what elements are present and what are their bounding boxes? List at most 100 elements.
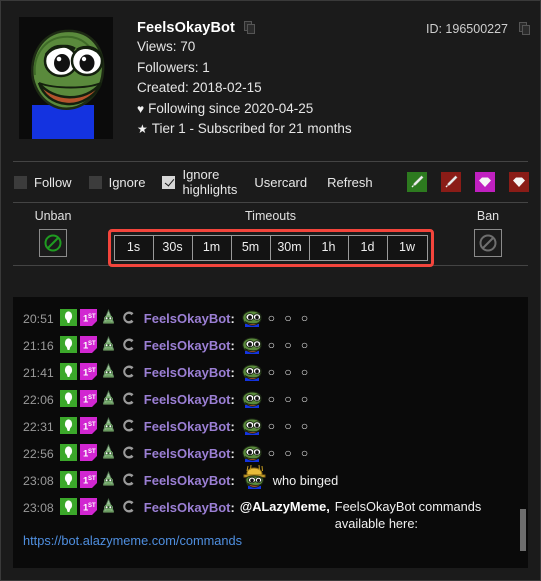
badge-c-logo[interactable] [120, 498, 137, 515]
chat-message[interactable]: 23:08 1 ST FeelsOkayBot : who binged [23, 464, 518, 494]
message-body: ○ ○ ○ [240, 390, 311, 408]
sword-red-icon[interactable] [440, 172, 461, 192]
badge-gnome[interactable] [100, 498, 117, 515]
pepe-emote[interactable] [240, 445, 264, 462]
message-link[interactable]: https://bot.alazymeme.com/commands [23, 533, 242, 548]
copy-username-icon[interactable] [243, 21, 255, 35]
badge-c-logo[interactable] [120, 417, 137, 434]
badge-first-magenta[interactable]: 1 ST [79, 498, 97, 515]
timeout-button-1w[interactable]: 1w [387, 236, 427, 260]
usercard-button[interactable]: Usercard [254, 175, 307, 190]
badge-first-magenta[interactable]: 1 ST [79, 390, 97, 407]
badge-first-magenta[interactable]: 1 ST [79, 417, 97, 434]
message-author[interactable]: FeelsOkayBot [144, 309, 231, 327]
svg-text:ST: ST [88, 314, 96, 320]
badge-gnome[interactable] [100, 417, 117, 434]
svg-text:ST: ST [88, 503, 96, 509]
badge-green-balloon[interactable] [59, 363, 77, 380]
badge-green-balloon[interactable] [59, 390, 77, 407]
message-text: who binged [272, 473, 339, 488]
chat-message[interactable]: 20:51 1 ST FeelsOkayBot : ○ ○ ○ [23, 305, 518, 332]
created-row: Created: 2018-02-15 [137, 80, 262, 95]
badge-c-logo[interactable] [120, 309, 137, 326]
timeout-button-1d[interactable]: 1d [348, 236, 388, 260]
timeout-button-1m[interactable]: 1m [192, 236, 232, 260]
message-timestamp: 21:41 [23, 366, 54, 380]
badge-list: 1 ST [59, 471, 140, 488]
message-author[interactable]: FeelsOkayBot [144, 498, 231, 516]
pepe-emote[interactable] [240, 364, 264, 381]
message-body: ○ ○ ○ [240, 309, 311, 327]
badge-gnome[interactable] [100, 444, 117, 461]
timeout-button-5m[interactable]: 5m [231, 236, 271, 260]
pepe-hat-emote[interactable] [240, 463, 268, 489]
message-dots: ○ ○ ○ [267, 446, 312, 460]
subscription-text: Tier 1 - Subscribed for 21 months [151, 121, 352, 136]
badge-c-logo[interactable] [120, 471, 137, 488]
timeout-button-1h[interactable]: 1h [309, 236, 349, 260]
badge-green-balloon[interactable] [59, 471, 77, 488]
badge-c-logo[interactable] [120, 390, 137, 407]
ignore-highlights-checkbox-box[interactable] [162, 175, 176, 189]
badge-green-balloon[interactable] [59, 309, 77, 326]
chat-scrollbar[interactable] [520, 509, 526, 551]
ignore-highlights-checkbox[interactable]: Ignore highlights [162, 167, 237, 197]
message-body: ○ ○ ○ [240, 444, 311, 462]
badge-green-balloon[interactable] [59, 444, 77, 461]
chat-message[interactable]: 21:41 1 ST FeelsOkayBot : ○ ○ ○ [23, 359, 518, 386]
timeout-button-30s[interactable]: 30s [153, 236, 193, 260]
refresh-button[interactable]: Refresh [327, 175, 373, 190]
badge-c-logo[interactable] [120, 363, 137, 380]
badge-c-logo[interactable] [120, 336, 137, 353]
message-author[interactable]: FeelsOkayBot [144, 336, 231, 354]
sword-green-icon[interactable] [406, 172, 427, 192]
unban-button[interactable] [39, 229, 67, 257]
badge-first-magenta[interactable]: 1 ST [79, 444, 97, 461]
chat-log[interactable]: 20:51 1 ST FeelsOkayBot : ○ ○ ○ 21:16 1 … [13, 297, 528, 568]
message-timestamp: 22:06 [23, 393, 54, 407]
message-author[interactable]: FeelsOkayBot [144, 363, 231, 381]
heart-icon: ♥ [137, 101, 145, 116]
pepe-emote[interactable] [240, 391, 264, 408]
pepe-emote[interactable] [240, 418, 264, 435]
message-author[interactable]: FeelsOkayBot [144, 417, 231, 435]
badge-green-balloon[interactable] [59, 417, 77, 434]
chat-message[interactable]: 22:31 1 ST FeelsOkayBot : ○ ○ ○ [23, 413, 518, 440]
message-dots: ○ ○ ○ [267, 419, 312, 433]
badge-c-logo[interactable] [120, 444, 137, 461]
timeout-button-1s[interactable]: 1s [114, 236, 154, 260]
badge-gnome[interactable] [100, 390, 117, 407]
svg-text:ST: ST [88, 395, 96, 401]
pepe-avatar-image [19, 17, 113, 139]
chat-message[interactable]: 22:06 1 ST FeelsOkayBot : ○ ○ ○ [23, 386, 518, 413]
badge-green-balloon[interactable] [59, 336, 77, 353]
badge-first-magenta[interactable]: 1 ST [79, 471, 97, 488]
badge-gnome[interactable] [100, 363, 117, 380]
badge-first-magenta[interactable]: 1 ST [79, 363, 97, 380]
pepe-emote[interactable] [240, 337, 264, 354]
badge-first-magenta[interactable]: 1 ST [79, 336, 97, 353]
ignore-checkbox-box[interactable] [88, 175, 102, 189]
follow-checkbox[interactable]: Follow [14, 175, 72, 190]
timeout-button-30m[interactable]: 30m [270, 236, 310, 260]
message-mention[interactable]: @ALazyMeme, [240, 498, 330, 515]
message-author[interactable]: FeelsOkayBot [144, 471, 231, 489]
badge-gnome[interactable] [100, 309, 117, 326]
chat-message[interactable]: 22:56 1 ST FeelsOkayBot : ○ ○ ○ [23, 440, 518, 467]
badge-gnome[interactable] [100, 471, 117, 488]
badge-green-balloon[interactable] [59, 498, 77, 515]
badge-first-magenta[interactable]: 1 ST [79, 309, 97, 326]
chat-message[interactable]: 21:16 1 ST FeelsOkayBot : ○ ○ ○ [23, 332, 518, 359]
follow-checkbox-box[interactable] [14, 175, 27, 189]
ban-button[interactable] [474, 229, 502, 257]
message-author[interactable]: FeelsOkayBot [144, 444, 231, 462]
message-author[interactable]: FeelsOkayBot [144, 390, 231, 408]
gem-red-icon[interactable] [508, 172, 529, 192]
pepe-emote[interactable] [240, 310, 264, 327]
ignore-checkbox[interactable]: Ignore [88, 175, 145, 190]
gem-magenta-icon[interactable] [474, 172, 495, 192]
copy-userid-icon[interactable] [519, 22, 530, 36]
chat-message[interactable]: 23:08 1 ST FeelsOkayBot : @ALazyMeme, Fee… [23, 494, 518, 553]
message-body: ○ ○ ○ [240, 336, 311, 354]
badge-gnome[interactable] [100, 336, 117, 353]
